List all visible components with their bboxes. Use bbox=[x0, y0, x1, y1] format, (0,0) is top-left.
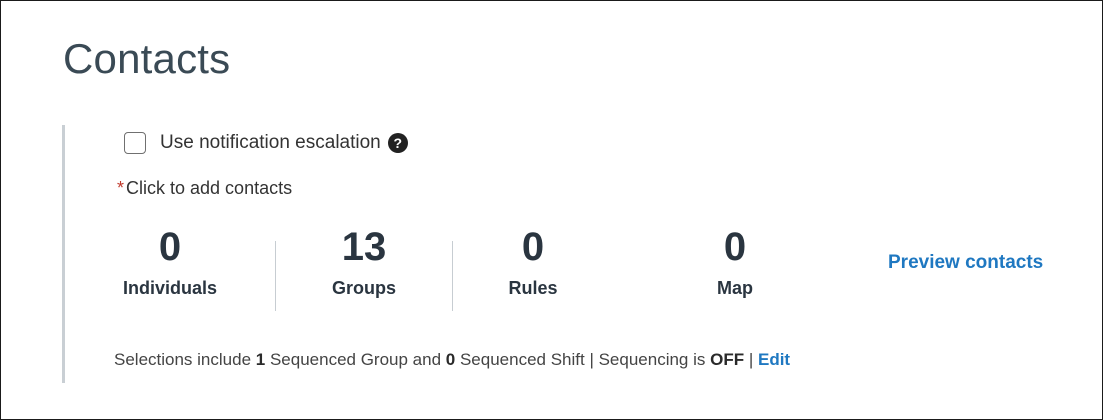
map-label: Map bbox=[717, 278, 753, 298]
summary-shift-text: Sequenced Shift | Sequencing is bbox=[455, 350, 711, 369]
sequenced-group-count: 1 bbox=[255, 350, 266, 369]
contacts-panel: Contacts Use notification escalation ? *… bbox=[0, 0, 1103, 420]
required-asterisk: * bbox=[117, 178, 125, 198]
question-circle-icon[interactable]: ? bbox=[387, 133, 408, 153]
summary-group-text: Sequenced Group and bbox=[265, 350, 446, 369]
add-contacts-label: Click to add contacts bbox=[126, 178, 293, 198]
escalation-label[interactable]: Use notification escalation bbox=[160, 132, 381, 154]
edit-sequencing-link[interactable]: Edit bbox=[758, 350, 790, 369]
escalation-option[interactable]: Use notification escalation ? bbox=[124, 129, 408, 157]
summary-separator: | bbox=[744, 350, 758, 369]
stat-groups[interactable]: 13 Groups bbox=[299, 223, 429, 299]
groups-count: 13 bbox=[341, 225, 387, 269]
summary-prefix: Selections include bbox=[114, 350, 256, 369]
stat-divider bbox=[275, 241, 276, 311]
stat-divider bbox=[452, 241, 453, 311]
rules-count: 0 bbox=[521, 225, 545, 269]
map-count: 0 bbox=[723, 225, 747, 269]
rules-label: Rules bbox=[508, 278, 558, 298]
stat-map[interactable]: 0 Map bbox=[670, 223, 800, 299]
sequencing-state: OFF bbox=[710, 350, 745, 369]
individuals-count: 0 bbox=[158, 225, 182, 269]
page-title: Contacts bbox=[63, 35, 231, 82]
sequenced-shift-count: 0 bbox=[445, 350, 456, 369]
add-contacts-prompt: * Click to add contacts bbox=[117, 178, 292, 199]
escalation-checkbox[interactable] bbox=[124, 132, 146, 154]
stat-rules[interactable]: 0 Rules bbox=[468, 223, 598, 299]
groups-label: Groups bbox=[331, 278, 396, 298]
sequencing-summary: Selections include 1 Sequenced Group and… bbox=[114, 350, 790, 370]
section-rule bbox=[62, 125, 65, 383]
individuals-label: Individuals bbox=[122, 278, 218, 298]
preview-contacts-link[interactable]: Preview contacts bbox=[888, 252, 1043, 274]
stat-individuals[interactable]: 0 Individuals bbox=[105, 223, 235, 299]
